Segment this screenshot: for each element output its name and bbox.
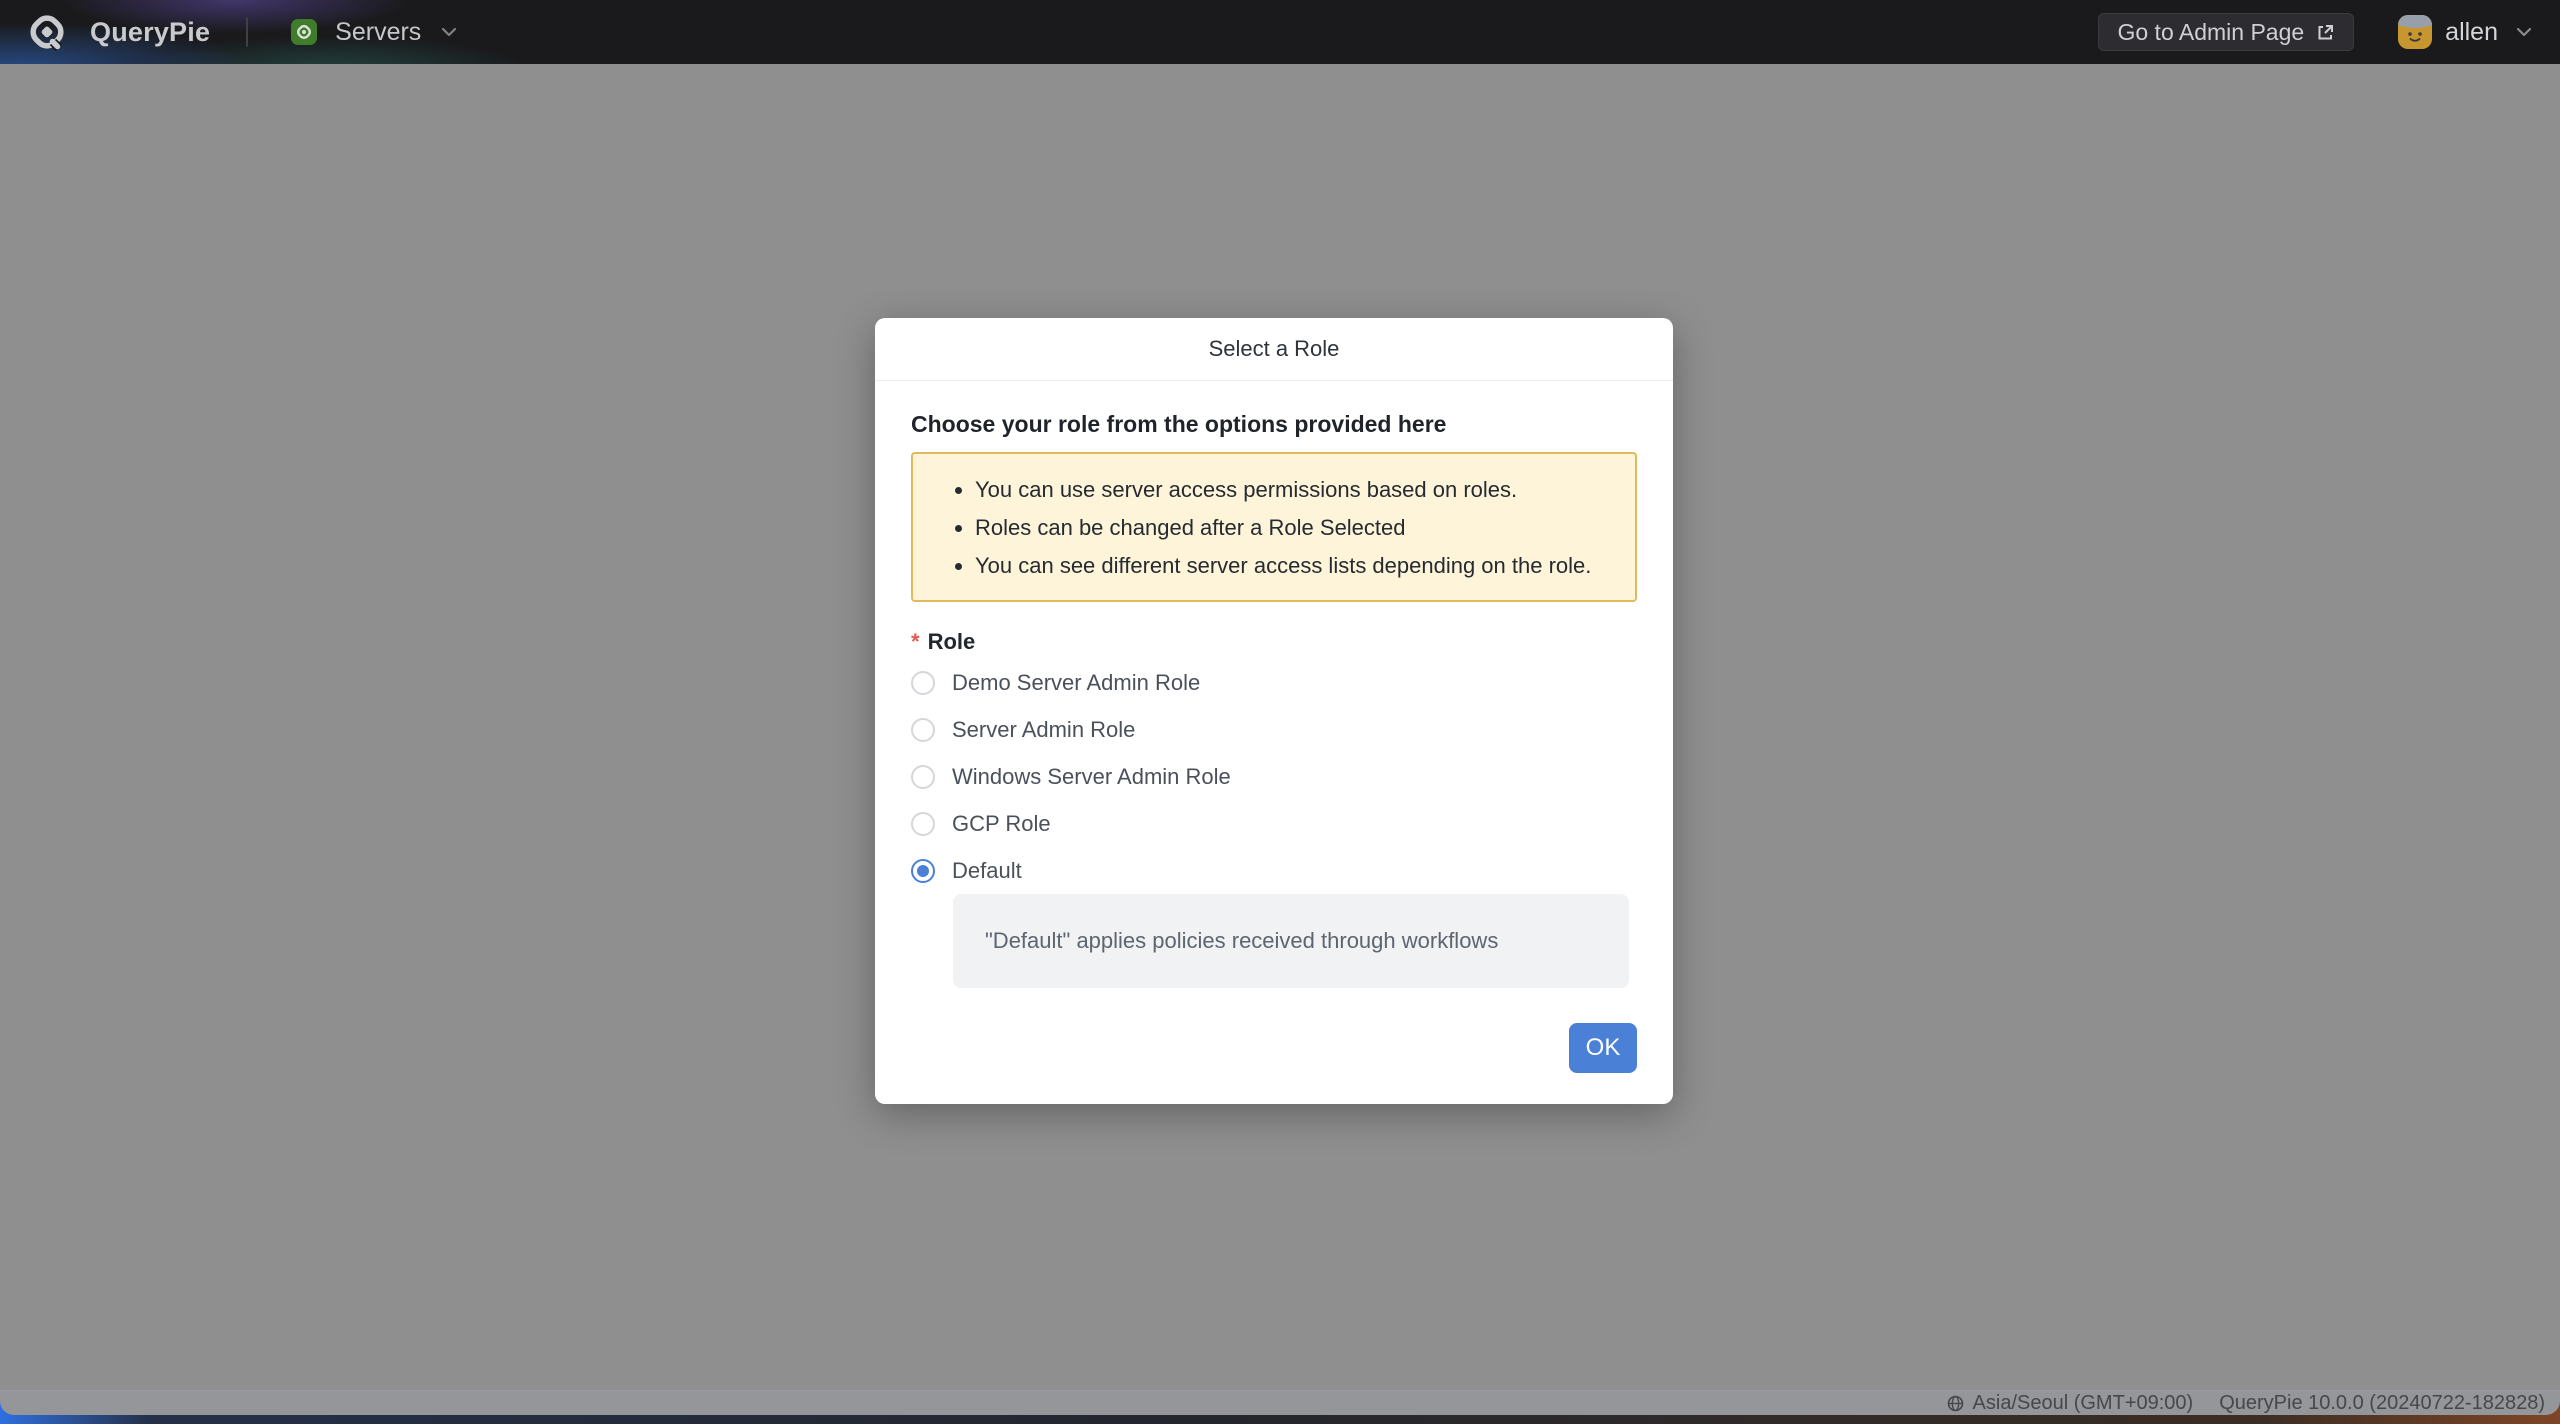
modal-title: Select a Role [1209,336,1340,362]
notice-item: You can see different server access list… [933,547,1615,585]
top-nav: QueryPie Servers Go to Admin Page [0,0,2560,64]
radio-label: Demo Server Admin Role [952,670,1200,696]
radio-input[interactable] [911,671,935,695]
radio-label: GCP Role [952,811,1051,837]
role-heading: Choose your role from the options provid… [911,411,1637,438]
nav-right: Go to Admin Page allen [2098,13,2532,51]
radio-input[interactable] [911,812,935,836]
radio-input[interactable] [911,859,935,883]
radio-input[interactable] [911,718,935,742]
role-field-label: * Role [911,629,1637,654]
role-radio-group: Demo Server Admin Role Server Admin Role… [911,659,1637,894]
nav-divider [246,17,248,47]
role-select-modal: Select a Role Choose your role from the … [875,318,1673,1104]
radio-label: Default [952,858,1022,884]
servers-app-icon [291,19,317,45]
external-link-icon [2316,23,2335,42]
status-bar: Asia/Seoul (GMT+09:00) QueryPie 10.0.0 (… [0,1390,2560,1415]
role-option[interactable]: GCP Role [911,800,1637,847]
timezone-label: Asia/Seoul (GMT+09:00) [1973,1392,2194,1415]
modal-footer: OK [911,1023,1637,1073]
admin-page-button[interactable]: Go to Admin Page [2098,13,2354,51]
modal-body: Choose your role from the options provid… [875,381,1673,1104]
radio-label: Windows Server Admin Role [952,764,1231,790]
chevron-down-icon[interactable] [2516,27,2532,37]
notice-list: You can use server access permissions ba… [933,471,1615,585]
timezone-indicator: Asia/Seoul (GMT+09:00) [1947,1392,2194,1415]
brand-title: QueryPie [90,17,210,48]
notice-item: You can use server access permissions ba… [933,471,1615,509]
role-option[interactable]: Default [911,847,1637,894]
role-notice-box: You can use server access permissions ba… [911,452,1637,602]
user-avatar[interactable] [2398,15,2432,49]
product-label: Servers [335,18,421,47]
role-option[interactable]: Server Admin Role [911,706,1637,753]
required-asterisk: * [911,629,920,654]
radio-label: Server Admin Role [952,717,1135,743]
product-menu[interactable]: Servers [291,18,457,47]
role-option[interactable]: Windows Server Admin Role [911,753,1637,800]
admin-page-button-label: Go to Admin Page [2117,19,2304,46]
user-name: allen [2445,18,2498,47]
notice-item: Roles can be changed after a Role Select… [933,509,1615,547]
role-option[interactable]: Demo Server Admin Role [911,659,1637,706]
globe-icon [1947,1395,1964,1412]
radio-input[interactable] [911,765,935,789]
role-label-text: Role [928,629,976,654]
version-label: QueryPie 10.0.0 (20240722-182828) [2219,1392,2545,1415]
chevron-down-icon [441,27,457,37]
modal-header: Select a Role [875,318,1673,381]
ok-button[interactable]: OK [1569,1023,1637,1073]
querypie-logo-icon [26,11,68,53]
default-role-note: "Default" applies policies received thro… [953,894,1629,988]
